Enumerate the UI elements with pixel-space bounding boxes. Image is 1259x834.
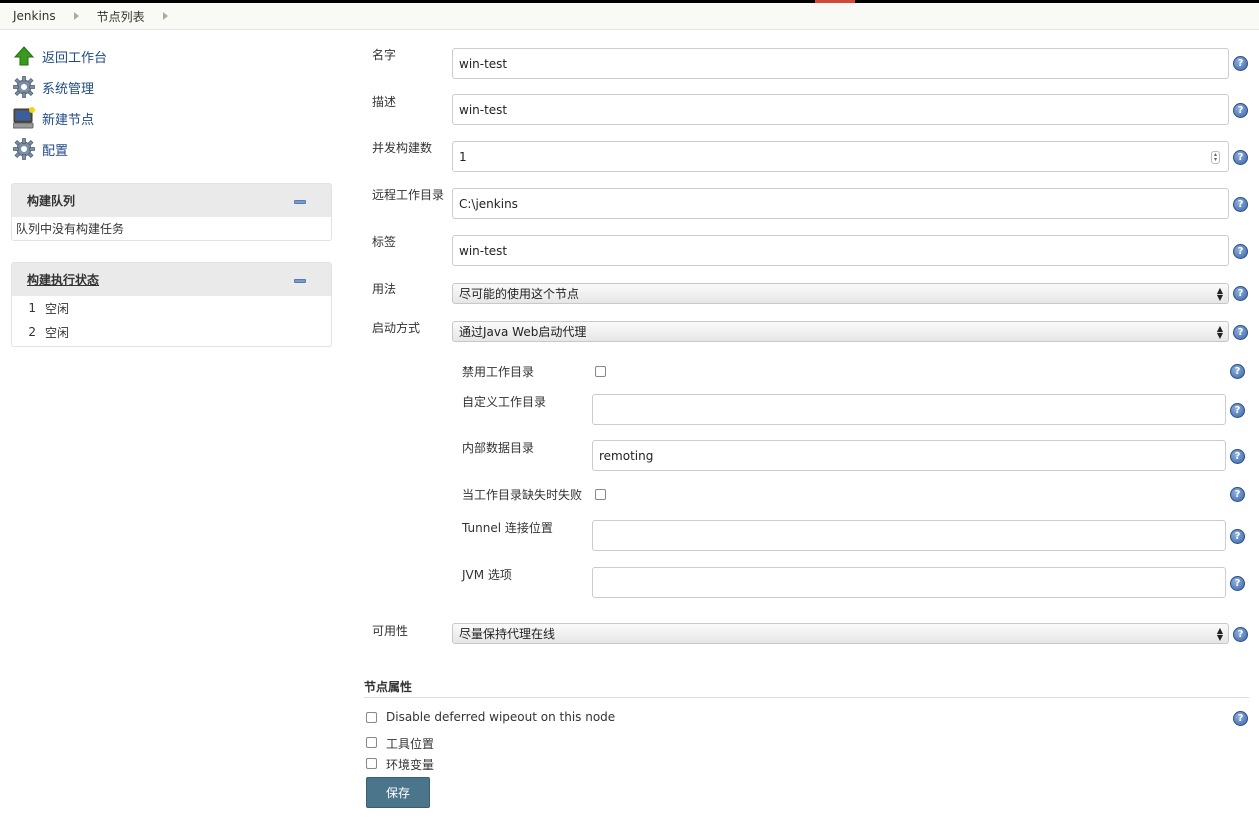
select-arrows-icon: ▲ ▼ (1216, 324, 1223, 340)
help-icon[interactable]: ? (1233, 711, 1248, 726)
tool-location-label: 工具位置 (386, 737, 435, 751)
internal-dir-input[interactable]: remoting (592, 440, 1226, 471)
labels-input[interactable]: win-test (452, 235, 1229, 266)
usage-label: 用法 (372, 282, 397, 296)
jvm-label: JVM 选项 (462, 568, 512, 582)
task-new-node[interactable]: 新建节点 (13, 106, 94, 130)
help-icon[interactable]: ? (1233, 150, 1248, 165)
task-manage-jenkins[interactable]: 系统管理 (13, 75, 94, 99)
executors-value: 1 (459, 149, 467, 164)
remote-dir-label: 远程工作目录 (372, 188, 445, 202)
breadcrumb-separator-icon[interactable] (73, 12, 79, 20)
task-label[interactable]: 返回工作台 (42, 47, 107, 66)
usage-select[interactable]: 尽可能的使用这个节点 ▲ ▼ (452, 283, 1229, 304)
node-properties-title: 节点属性 (364, 680, 413, 694)
task-label[interactable]: 新建节点 (42, 109, 94, 128)
task-back-to-dashboard[interactable]: 返回工作台 (13, 44, 107, 68)
help-icon[interactable]: ? (1230, 364, 1245, 379)
fail-missing-label: 当工作目录缺失时失败 (462, 488, 583, 502)
up-arrow-icon (13, 45, 35, 67)
executor-status: 空闲 (45, 301, 70, 316)
deferred-wipeout-label: Disable deferred wipeout on this node (386, 710, 616, 724)
select-arrows-icon: ▲ ▼ (1216, 626, 1223, 642)
help-icon[interactable]: ? (1230, 449, 1245, 464)
launch-label: 启动方式 (372, 321, 421, 335)
help-icon[interactable]: ? (1230, 487, 1245, 502)
task-label[interactable]: 配置 (42, 140, 68, 159)
labels-label: 标签 (372, 235, 397, 249)
internal-dir-label: 内部数据目录 (462, 441, 535, 455)
build-queue-title: 构建队列 (27, 194, 76, 208)
build-queue-header: 构建队列 (12, 184, 331, 217)
executor-status: 空闲 (45, 325, 70, 340)
help-icon[interactable]: ? (1230, 576, 1245, 591)
custom-workdir-label: 自定义工作目录 (462, 395, 547, 409)
launch-select-value: 通过Java Web启动代理 (459, 325, 587, 339)
executor-number: 1 (28, 301, 36, 315)
gear-icon (13, 76, 35, 98)
breadcrumb-jenkins[interactable]: Jenkins (13, 9, 56, 23)
gear-icon (13, 138, 35, 160)
tunnel-input[interactable] (592, 520, 1226, 551)
help-icon[interactable]: ? (1233, 286, 1248, 301)
task-configure[interactable]: 配置 (13, 137, 68, 161)
name-label: 名字 (372, 48, 397, 62)
executors-input[interactable]: 1 ▴ ▾ (452, 141, 1229, 172)
save-button[interactable]: 保存 (366, 777, 430, 808)
description-input[interactable]: win-test (452, 94, 1229, 125)
select-arrows-icon: ▲ ▼ (1216, 286, 1223, 302)
computer-icon (13, 107, 35, 129)
section-divider (364, 697, 1249, 698)
breadcrumb-nodes[interactable]: 节点列表 (97, 8, 145, 25)
collapse-icon[interactable] (294, 279, 306, 283)
name-input[interactable]: win-test (452, 48, 1229, 79)
tool-location-checkbox[interactable] (366, 737, 377, 748)
executors-label: 并发构建数 (372, 141, 433, 155)
task-label[interactable]: 系统管理 (42, 78, 94, 97)
executor-row: 2 空闲 (12, 320, 331, 344)
help-icon[interactable]: ? (1233, 325, 1248, 340)
help-icon[interactable]: ? (1233, 244, 1248, 259)
help-icon[interactable]: ? (1233, 627, 1248, 642)
availability-select[interactable]: 尽量保持代理在线 ▲ ▼ (452, 623, 1229, 644)
jvm-input[interactable] (592, 567, 1226, 598)
build-queue-pane: 构建队列 队列中没有构建任务 (11, 183, 332, 241)
help-icon[interactable]: ? (1233, 103, 1248, 118)
stepper-icon[interactable]: ▴ ▾ (1211, 151, 1220, 164)
executor-status-title[interactable]: 构建执行状态 (27, 271, 99, 288)
availability-select-value: 尽量保持代理在线 (459, 627, 556, 641)
disable-workdir-checkbox[interactable] (595, 366, 606, 377)
availability-label: 可用性 (372, 624, 409, 638)
env-vars-label: 环境变量 (386, 758, 435, 772)
disable-workdir-label: 禁用工作目录 (462, 365, 535, 379)
collapse-icon[interactable] (294, 200, 306, 204)
fail-missing-checkbox[interactable] (595, 489, 606, 500)
executor-row: 1 空闲 (12, 296, 331, 320)
executor-status-pane: 构建执行状态 1 空闲 2 空闲 (11, 262, 332, 347)
breadcrumb-separator-icon[interactable] (162, 12, 168, 20)
build-queue-empty: 队列中没有构建任务 (16, 222, 125, 236)
help-icon[interactable]: ? (1233, 56, 1248, 71)
tunnel-label: Tunnel 连接位置 (462, 521, 553, 535)
launch-select[interactable]: 通过Java Web启动代理 ▲ ▼ (452, 321, 1229, 342)
help-icon[interactable]: ? (1230, 529, 1245, 544)
breadcrumb: Jenkins 节点列表 (0, 3, 1259, 30)
custom-workdir-input[interactable] (592, 394, 1226, 425)
help-icon[interactable]: ? (1233, 197, 1248, 212)
usage-select-value: 尽可能的使用这个节点 (459, 287, 580, 301)
help-icon[interactable]: ? (1230, 403, 1245, 418)
remote-dir-input[interactable]: C:\jenkins (452, 188, 1229, 219)
deferred-wipeout-checkbox[interactable] (366, 712, 377, 723)
description-label: 描述 (372, 95, 397, 109)
executor-status-header: 构建执行状态 (12, 263, 331, 296)
executor-number: 2 (28, 325, 36, 339)
env-vars-checkbox[interactable] (366, 758, 377, 769)
